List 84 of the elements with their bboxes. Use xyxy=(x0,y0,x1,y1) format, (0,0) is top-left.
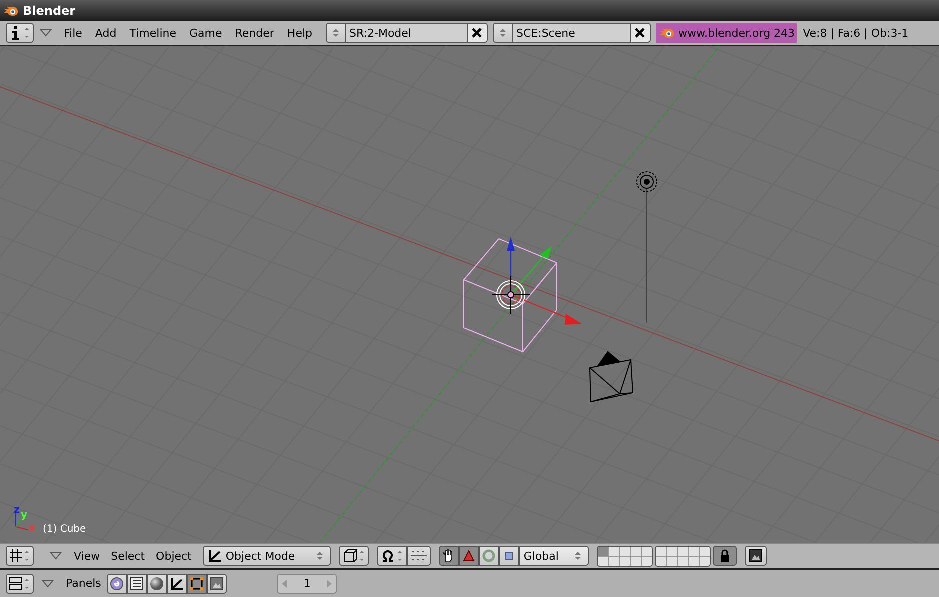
menu-item[interactable]: Render xyxy=(235,26,274,40)
menu-item[interactable]: Object xyxy=(156,550,192,562)
context-tab[interactable] xyxy=(187,574,208,594)
info-icon xyxy=(9,25,31,41)
object-mode-icon xyxy=(208,549,222,563)
layer-button[interactable] xyxy=(678,546,688,556)
3d-view-window-type-button[interactable] xyxy=(6,546,34,566)
delete-screen-button[interactable] xyxy=(468,23,488,43)
layer-button[interactable] xyxy=(656,556,666,566)
menu-item[interactable]: Help xyxy=(287,26,312,40)
square-icon xyxy=(504,551,514,561)
window-title: Blender xyxy=(23,4,76,18)
document-icon xyxy=(130,576,144,590)
close-icon xyxy=(635,28,645,38)
layer-button[interactable] xyxy=(630,546,641,556)
blender-logo-icon xyxy=(658,27,674,39)
draw-type-button[interactable] xyxy=(338,546,369,566)
lamp-drawing[interactable] xyxy=(636,172,658,324)
layer-button[interactable] xyxy=(656,546,666,556)
pivot-button[interactable] xyxy=(376,546,407,566)
blender-logo-icon xyxy=(3,4,19,16)
menu-item[interactable]: Timeline xyxy=(130,26,176,40)
updown-arrows-icon xyxy=(574,550,582,562)
layer-button[interactable] xyxy=(700,546,710,556)
buttons-window-type-button[interactable] xyxy=(6,574,34,594)
menu-item[interactable]: Select xyxy=(111,550,146,562)
context-tab[interactable] xyxy=(127,574,148,594)
axis-gizmo-drawing: zy x xyxy=(14,505,36,534)
image-icon xyxy=(210,576,224,590)
updown-arrows-icon xyxy=(498,27,506,39)
scene-statistics: Ve:8 | Fa:6 | Ob:3-1 xyxy=(803,26,909,40)
panels-label: Panels xyxy=(66,577,102,590)
padlock-icon xyxy=(720,548,730,562)
orientation-selector[interactable]: Global xyxy=(518,546,589,566)
manipulator-toggle[interactable] xyxy=(438,546,459,566)
updown-arrows-icon xyxy=(316,550,324,562)
layer-button[interactable] xyxy=(620,546,630,556)
manipulator-toggle[interactable] xyxy=(478,546,499,566)
context-tab[interactable] xyxy=(107,574,128,594)
close-icon xyxy=(472,28,482,38)
triangle-icon xyxy=(462,550,475,562)
layer-button[interactable] xyxy=(688,546,699,556)
info-window-type-button[interactable] xyxy=(6,23,34,43)
scene-name-field[interactable]: SCE:Scene xyxy=(512,23,630,43)
ring-icon xyxy=(482,549,496,563)
logic-icon xyxy=(110,576,124,590)
website-text: www.blender.org 243 xyxy=(678,26,796,40)
delete-scene-button[interactable] xyxy=(630,23,650,43)
selected-cube-drawing[interactable] xyxy=(464,238,558,353)
panels-icon xyxy=(9,576,31,592)
render-preview-button[interactable] xyxy=(744,546,767,566)
layer-button[interactable] xyxy=(608,546,619,556)
camera-drawing[interactable] xyxy=(590,351,634,402)
3d-viewport[interactable]: zy x (1) Cube xyxy=(0,46,939,543)
grid-icon xyxy=(9,548,31,564)
vertex-square-icon xyxy=(190,576,204,590)
mode-selector[interactable]: Object Mode xyxy=(202,546,331,566)
layer-button[interactable] xyxy=(642,546,652,556)
screen-browse-button[interactable] xyxy=(326,23,346,43)
menu-item[interactable]: Game xyxy=(190,26,222,40)
lock-layers-button[interactable] xyxy=(712,546,737,566)
screen-name-field[interactable]: SR:2-Model xyxy=(346,23,468,43)
manipulator-toggle[interactable] xyxy=(458,546,479,566)
cube-icon xyxy=(342,548,366,564)
context-tab[interactable] xyxy=(167,574,188,594)
object-axes-icon xyxy=(170,576,184,590)
menu-item[interactable]: Add xyxy=(95,26,117,40)
menu-collapse-icon[interactable] xyxy=(50,552,62,560)
updown-arrows-icon xyxy=(332,27,340,39)
menu-collapse-icon[interactable] xyxy=(40,29,52,37)
manipulator-toggle[interactable] xyxy=(498,546,519,566)
dotted-arrow-icon xyxy=(410,550,428,562)
scene-browse-button[interactable] xyxy=(492,23,512,43)
image-icon xyxy=(748,549,763,563)
layer-button[interactable] xyxy=(666,546,677,556)
sphere-icon xyxy=(150,576,164,590)
transform-manipulator-drawing[interactable] xyxy=(492,237,582,325)
align-button[interactable] xyxy=(406,546,431,566)
menu-item[interactable]: File xyxy=(64,26,82,40)
menu-item[interactable]: View xyxy=(74,550,100,562)
menu-collapse-icon[interactable] xyxy=(42,580,54,588)
active-object-label: (1) Cube xyxy=(43,524,86,535)
context-tab[interactable] xyxy=(207,574,228,594)
layer-button[interactable] xyxy=(598,556,608,566)
